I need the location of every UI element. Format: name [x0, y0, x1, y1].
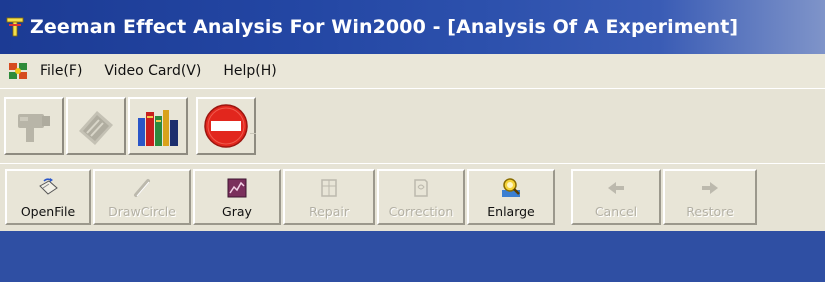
- camera-button[interactable]: [4, 97, 64, 155]
- restore-button[interactable]: Restore: [663, 169, 757, 225]
- workspace-area: [0, 231, 825, 282]
- pencil-icon: [134, 179, 150, 197]
- card-icon: [79, 111, 113, 145]
- open-file-icon: [39, 178, 58, 195]
- app-icon: [6, 17, 24, 37]
- menu-video-card[interactable]: Video Card(V): [104, 63, 201, 79]
- arrow-left-icon: [608, 182, 624, 194]
- correction-button[interactable]: Correction: [377, 169, 465, 225]
- gray-icon: [227, 178, 247, 198]
- arrow-right-icon: [702, 182, 718, 194]
- menu-bar: File(F) Video Card(V) Help(H): [0, 54, 825, 88]
- gray-label: Gray: [222, 204, 252, 219]
- window-title: Zeeman Effect Analysis For Win2000 - [An…: [30, 16, 739, 38]
- magnifier-icon: [502, 178, 520, 197]
- enlarge-button[interactable]: Enlarge: [467, 169, 555, 225]
- stop-button[interactable]: [196, 97, 256, 155]
- repair-label: Repair: [308, 204, 350, 219]
- video-card-button[interactable]: [66, 97, 126, 155]
- books-button[interactable]: [128, 97, 188, 155]
- application-window: Zeeman Effect Analysis For Win2000 - [An…: [0, 0, 825, 282]
- camera-icon: [18, 114, 50, 142]
- open-file-label: OpenFile: [20, 204, 76, 219]
- repair-icon: [321, 179, 337, 197]
- draw-circle-label: DrawCircle: [108, 204, 176, 219]
- menu-file[interactable]: File(F): [40, 63, 82, 79]
- draw-circle-button[interactable]: DrawCircle: [93, 169, 191, 225]
- open-file-button[interactable]: OpenFile: [5, 169, 91, 225]
- repair-button[interactable]: Repair: [283, 169, 375, 225]
- stop-icon: [204, 104, 248, 148]
- menu-help[interactable]: Help(H): [223, 63, 276, 79]
- correction-icon: [414, 179, 428, 197]
- cancel-button[interactable]: Cancel: [571, 169, 661, 225]
- cancel-label: Cancel: [594, 204, 638, 219]
- restore-label: Restore: [686, 204, 734, 219]
- toolbar-grip: [250, 133, 256, 134]
- correction-label: Correction: [388, 204, 454, 219]
- main-toolbar: [0, 88, 825, 164]
- enlarge-label: Enlarge: [487, 204, 535, 219]
- system-menu-icon[interactable]: [6, 60, 30, 82]
- title-bar[interactable]: Zeeman Effect Analysis For Win2000 - [An…: [0, 0, 825, 54]
- books-icon: [138, 110, 178, 146]
- gray-button[interactable]: Gray: [193, 169, 281, 225]
- image-toolbar: OpenFile DrawCircle Gray Repair Correcti…: [0, 163, 825, 232]
